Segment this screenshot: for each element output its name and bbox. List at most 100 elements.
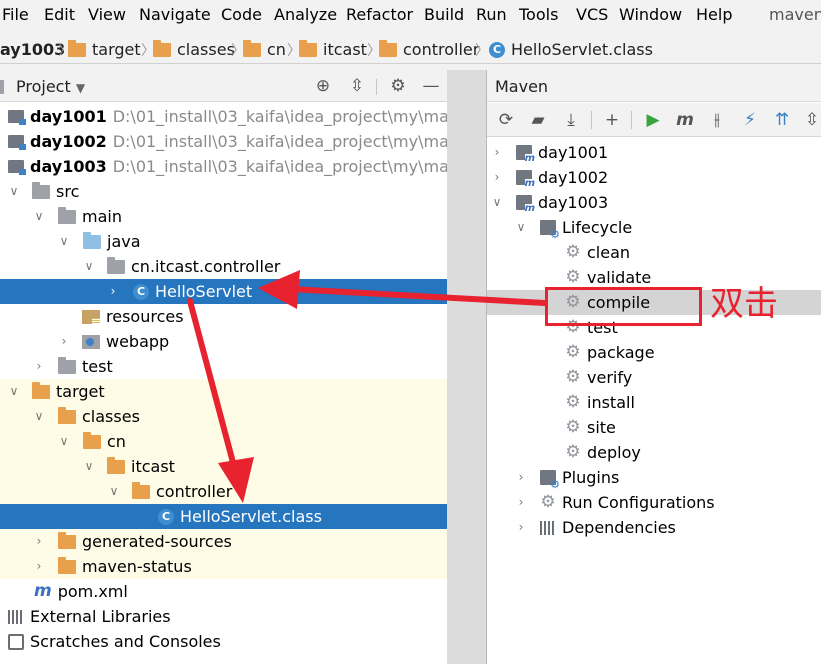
tree-item-scratches[interactable]: Scratches and Consoles <box>0 629 447 654</box>
maven-goal-package[interactable]: ⚙ package <box>487 340 821 365</box>
menu-file[interactable]: File <box>2 5 29 25</box>
folder-icon <box>132 481 150 499</box>
menu-edit[interactable]: Edit <box>44 5 75 25</box>
menu-refactor[interactable]: Refactor <box>346 5 413 25</box>
project-view-selector[interactable]: Project ▼ <box>16 77 85 96</box>
tree-item-java[interactable]: ∨ java <box>0 229 447 254</box>
chevron-right-icon[interactable]: › <box>514 515 528 540</box>
show-dependencies-icon[interactable]: ⇈ <box>771 110 793 130</box>
tree-item-generated-sources[interactable]: › generated-sources <box>0 529 447 554</box>
menu-build[interactable]: Build <box>424 5 464 25</box>
locate-icon[interactable]: ⊕ <box>313 76 333 96</box>
chevron-down-icon[interactable]: ∨ <box>82 254 96 279</box>
tree-item-package[interactable]: ∨ cn.itcast.controller <box>0 254 447 279</box>
menu-view[interactable]: View <box>88 5 126 25</box>
execute-goal-icon[interactable]: m <box>674 110 696 130</box>
chevron-down-icon[interactable]: ∨ <box>57 429 71 454</box>
tree-item-target[interactable]: ∨ target <box>0 379 447 404</box>
menu-navigate[interactable]: Navigate <box>139 5 211 25</box>
hide-icon[interactable]: — <box>421 76 441 96</box>
menu-help[interactable]: Help <box>696 5 732 25</box>
project-tool-window: Project ▼ ⊕ ⇳ ⚙ — day1001 D:\01_install\0… <box>0 70 447 664</box>
tree-item-test[interactable]: › test <box>0 354 447 379</box>
maven-tool-window: Maven ⟳ ▰ ⤓ + ▶ m ⫲ ⚡ ⇈ ⇳ › day1001 › da… <box>487 70 821 664</box>
maven-item-lifecycle[interactable]: ∨ Lifecycle <box>487 215 821 240</box>
collapse-all-icon[interactable]: ⇳ <box>347 76 367 96</box>
tree-item-cn[interactable]: ∨ cn <box>0 429 447 454</box>
run-icon[interactable]: ▶ <box>642 110 664 130</box>
tree-item-day1002[interactable]: day1002 D:\01_install\03_kaifa\idea_proje… <box>0 129 447 154</box>
chevron-down-icon[interactable]: ∨ <box>32 204 46 229</box>
maven-item-plugins[interactable]: › Plugins <box>487 465 821 490</box>
tree-item-pom-xml[interactable]: m pom.xml <box>0 579 447 604</box>
tree-item-resources[interactable]: resources <box>0 304 447 329</box>
chevron-right-icon[interactable]: › <box>106 279 120 304</box>
maven-item-dependencies[interactable]: › Dependencies <box>487 515 821 540</box>
maven-goal-verify[interactable]: ⚙ verify <box>487 365 821 390</box>
tree-item-classes[interactable]: ∨ classes <box>0 404 447 429</box>
breadcrumb-item-controller[interactable]: controller <box>379 40 479 60</box>
reload-icon[interactable]: ⟳ <box>495 110 517 130</box>
toggle-offline-icon[interactable]: ⫲ <box>706 110 728 130</box>
maven-item-run-configurations[interactable]: › ⚙ Run Configurations <box>487 490 821 515</box>
tree-item-main[interactable]: ∨ main <box>0 204 447 229</box>
chevron-down-icon[interactable]: ∨ <box>490 190 504 215</box>
download-icon[interactable]: ⤓ <box>560 110 582 130</box>
package-icon <box>107 256 125 274</box>
tree-item-maven-status[interactable]: › maven-status <box>0 554 447 579</box>
tree-item-external-libraries[interactable]: External Libraries <box>0 604 447 629</box>
chevron-right-icon[interactable]: › <box>32 529 46 554</box>
menu-analyze[interactable]: Analyze <box>274 5 337 25</box>
chevron-down-icon[interactable]: ∨ <box>32 404 46 429</box>
maven-goal-install[interactable]: ⚙ install <box>487 390 821 415</box>
menu-run[interactable]: Run <box>476 5 507 25</box>
tree-item-itcast[interactable]: ∨ itcast <box>0 454 447 479</box>
gear-icon[interactable]: ⚙ <box>388 76 408 96</box>
tree-item-webapp[interactable]: › webapp <box>0 329 447 354</box>
chevron-right-icon[interactable]: › <box>57 329 71 354</box>
maven-item-day1003[interactable]: ∨ day1003 <box>487 190 821 215</box>
gear-icon: ⚙ <box>565 417 581 437</box>
generate-sources-icon[interactable]: ▰ <box>527 110 549 130</box>
tree-item-controller[interactable]: ∨ controller <box>0 479 447 504</box>
maven-goal-clean[interactable]: ⚙ clean <box>487 240 821 265</box>
breadcrumb-item-classes[interactable]: classes <box>153 40 235 60</box>
add-icon[interactable]: + <box>601 110 623 130</box>
pane-splitter[interactable] <box>447 70 487 664</box>
chevron-down-icon[interactable]: ∨ <box>57 229 71 254</box>
maven-item-day1001[interactable]: › day1001 <box>487 140 821 165</box>
chevron-right-icon[interactable]: › <box>32 554 46 579</box>
tree-item-helloservlet-class[interactable]: C HelloServlet.class <box>0 504 447 529</box>
breadcrumb-item-itcast[interactable]: itcast <box>299 40 367 60</box>
folder-icon <box>32 181 50 199</box>
menu-tools[interactable]: Tools <box>519 5 558 25</box>
chevron-right-icon[interactable]: › <box>514 490 528 515</box>
library-icon <box>8 609 24 624</box>
maven-item-day1002[interactable]: › day1002 <box>487 165 821 190</box>
breadcrumb-item-target[interactable]: target <box>68 40 141 60</box>
menu-window[interactable]: Window <box>619 5 682 25</box>
menu-code[interactable]: Code <box>221 5 262 25</box>
chevron-right-icon[interactable]: › <box>514 465 528 490</box>
skip-tests-icon[interactable]: ⚡ <box>739 110 761 130</box>
breadcrumb-item-cn[interactable]: cn <box>243 40 286 60</box>
chevron-down-icon[interactable]: ∨ <box>7 379 21 404</box>
breadcrumb-item-day1003[interactable]: ay1003 <box>0 40 65 60</box>
chevron-down-icon[interactable]: ∨ <box>82 454 96 479</box>
tree-item-helloservlet[interactable]: › C HelloServlet <box>0 279 447 304</box>
maven-goal-site[interactable]: ⚙ site <box>487 415 821 440</box>
tree-item-day1001[interactable]: day1001 D:\01_install\03_kaifa\idea_proje… <box>0 104 447 129</box>
tree-item-src[interactable]: ∨ src <box>0 179 447 204</box>
collapse-all-icon[interactable]: ⇳ <box>801 110 821 130</box>
maven-goal-deploy[interactable]: ⚙ deploy <box>487 440 821 465</box>
tree-item-day1003[interactable]: day1003 D:\01_install\03_kaifa\idea_proje… <box>0 154 447 179</box>
menu-vcs[interactable]: VCS <box>576 5 608 25</box>
folder-icon <box>153 40 171 57</box>
chevron-right-icon[interactable]: › <box>490 140 504 165</box>
chevron-down-icon[interactable]: ∨ <box>107 479 121 504</box>
chevron-down-icon[interactable]: ∨ <box>7 179 21 204</box>
breadcrumb-item-helloservlet-class[interactable]: C HelloServlet.class <box>489 40 653 60</box>
chevron-right-icon[interactable]: › <box>32 354 46 379</box>
chevron-right-icon[interactable]: › <box>490 165 504 190</box>
chevron-down-icon[interactable]: ∨ <box>514 215 528 240</box>
